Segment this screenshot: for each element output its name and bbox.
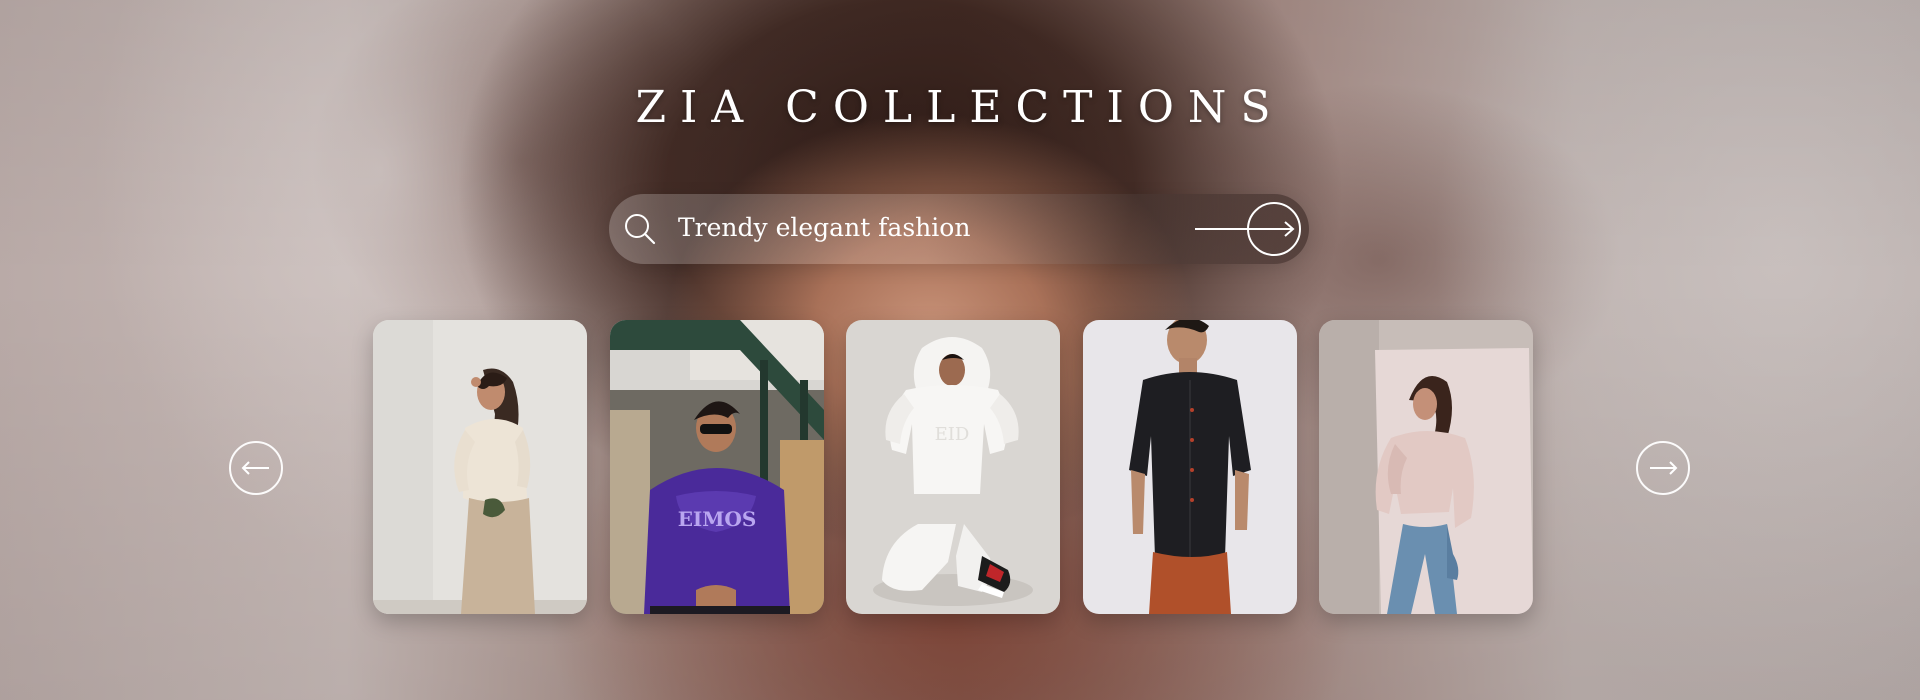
svg-text:EID: EID bbox=[935, 424, 970, 445]
search-submit-arrow-icon[interactable] bbox=[1187, 200, 1305, 258]
product-carousel: EIMOS EID bbox=[0, 320, 1920, 615]
search-icon[interactable] bbox=[623, 212, 657, 246]
product-card[interactable] bbox=[1319, 320, 1533, 614]
brand-title: ZIA COLLECTIONS bbox=[635, 82, 1285, 133]
product-photo bbox=[1083, 320, 1297, 614]
product-photo bbox=[1319, 320, 1533, 614]
product-photo bbox=[373, 320, 587, 614]
product-card[interactable]: EIMOS bbox=[610, 320, 824, 614]
product-card[interactable] bbox=[373, 320, 587, 614]
product-card[interactable] bbox=[1083, 320, 1297, 614]
svg-text:EIMOS: EIMOS bbox=[678, 507, 757, 531]
product-photo: EID bbox=[846, 320, 1060, 614]
product-card[interactable]: EID bbox=[846, 320, 1060, 614]
search-input[interactable]: Trendy elegant fashion bbox=[678, 213, 970, 242]
search-bar[interactable]: Trendy elegant fashion bbox=[609, 194, 1309, 264]
product-photo: EIMOS bbox=[610, 320, 824, 614]
